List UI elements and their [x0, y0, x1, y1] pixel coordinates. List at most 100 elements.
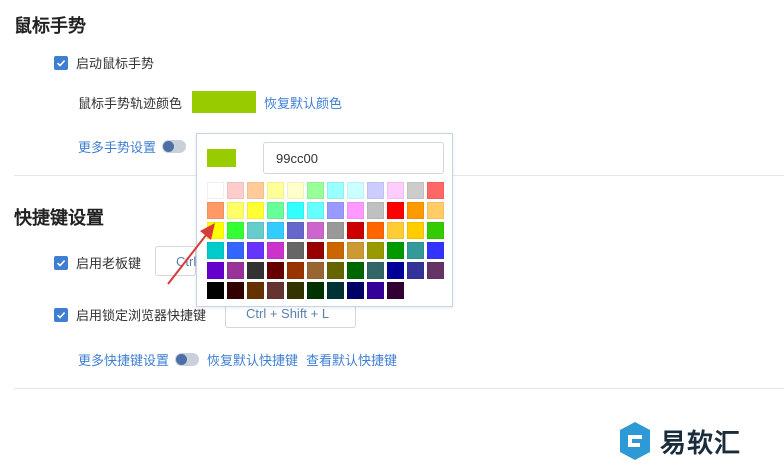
watermark-logo: 易软汇 — [618, 421, 741, 461]
color-swatch[interactable] — [407, 262, 424, 279]
color-swatch[interactable] — [287, 242, 304, 259]
color-swatch[interactable] — [307, 282, 324, 299]
more-shortcut-toggle[interactable] — [175, 353, 200, 366]
color-swatch[interactable] — [287, 182, 304, 199]
current-color-preview — [207, 149, 236, 167]
color-picker-popup: 99cc00 — [196, 133, 453, 307]
color-swatch[interactable] — [427, 222, 444, 239]
restore-default-color-link[interactable]: 恢复默认颜色 — [264, 93, 342, 112]
restore-default-shortcuts-link[interactable]: 恢复默认快捷键 — [207, 350, 298, 369]
more-gesture-toggle[interactable] — [162, 140, 187, 153]
color-swatch[interactable] — [307, 202, 324, 219]
logo-shield-icon — [620, 422, 650, 460]
color-swatch[interactable] — [347, 242, 364, 259]
color-swatch[interactable] — [307, 242, 324, 259]
toggle-knob — [176, 354, 188, 365]
enable-lock-browser-checkbox[interactable]: 启用锁定浏览器快捷键 — [54, 305, 206, 324]
color-swatch[interactable] — [307, 182, 324, 199]
color-swatch[interactable] — [227, 282, 244, 299]
color-swatch[interactable] — [387, 222, 404, 239]
color-swatch[interactable] — [367, 282, 384, 299]
color-swatch[interactable] — [347, 202, 364, 219]
enable-lock-browser-label: 启用锁定浏览器快捷键 — [76, 308, 207, 323]
section-divider — [453, 175, 784, 176]
color-swatch[interactable] — [327, 202, 344, 219]
shortcut-settings-title: 快捷键设置 — [14, 208, 104, 228]
color-swatch[interactable] — [327, 282, 344, 299]
color-swatch[interactable] — [247, 242, 264, 259]
color-swatch[interactable] — [347, 222, 364, 239]
more-shortcut-settings-link[interactable]: 更多快捷键设置 — [78, 350, 169, 369]
checkbox-checked-icon[interactable] — [54, 255, 68, 270]
section-divider — [14, 175, 196, 176]
color-swatch[interactable] — [367, 242, 384, 259]
color-swatch[interactable] — [267, 242, 284, 259]
color-swatch[interactable] — [367, 222, 384, 239]
color-swatch[interactable] — [427, 242, 444, 259]
color-swatch[interactable] — [387, 262, 404, 279]
color-swatch[interactable] — [287, 202, 304, 219]
enable-mouse-gesture-checkbox[interactable]: 启动鼠标手势 — [54, 53, 154, 72]
checkbox-checked-icon[interactable] — [54, 307, 68, 322]
color-swatch[interactable] — [227, 262, 244, 279]
trail-color-label: 鼠标手势轨迹颜色 — [78, 95, 183, 111]
color-swatch[interactable] — [327, 242, 344, 259]
color-swatch[interactable] — [367, 182, 384, 199]
mouse-gesture-title: 鼠标手势 — [14, 16, 86, 36]
color-swatch[interactable] — [327, 222, 344, 239]
color-swatch[interactable] — [267, 262, 284, 279]
color-swatch[interactable] — [427, 262, 444, 279]
color-swatch[interactable] — [347, 282, 364, 299]
color-swatch[interactable] — [227, 242, 244, 259]
trail-color-row: 鼠标手势轨迹颜色 恢复默认颜色 — [78, 91, 342, 113]
color-swatch[interactable] — [347, 262, 364, 279]
color-swatch[interactable] — [307, 262, 324, 279]
color-swatch[interactable] — [347, 182, 364, 199]
color-swatch[interactable] — [427, 202, 444, 219]
color-swatch[interactable] — [247, 222, 264, 239]
color-swatch[interactable] — [247, 282, 264, 299]
color-swatch[interactable] — [227, 182, 244, 199]
color-swatch[interactable] — [367, 202, 384, 219]
color-swatch[interactable] — [287, 262, 304, 279]
color-swatch[interactable] — [407, 222, 424, 239]
color-swatch[interactable] — [387, 202, 404, 219]
color-swatch[interactable] — [387, 182, 404, 199]
color-swatch[interactable] — [227, 202, 244, 219]
color-swatch[interactable] — [207, 202, 224, 219]
color-swatch[interactable] — [407, 202, 424, 219]
color-swatch[interactable] — [247, 182, 264, 199]
color-swatch[interactable] — [247, 262, 264, 279]
annotation-arrow-icon — [167, 223, 215, 285]
hex-color-input[interactable]: 99cc00 — [263, 142, 444, 174]
enable-mouse-gesture-label: 启动鼠标手势 — [76, 56, 155, 71]
color-swatch[interactable] — [387, 282, 404, 299]
color-swatch[interactable] — [307, 222, 324, 239]
color-swatch[interactable] — [327, 262, 344, 279]
color-swatch[interactable] — [327, 182, 344, 199]
checkbox-checked-icon[interactable] — [54, 55, 68, 70]
color-swatch[interactable] — [427, 182, 444, 199]
color-swatch[interactable] — [407, 182, 424, 199]
trail-color-swatch[interactable] — [192, 91, 257, 113]
more-gesture-settings-row: 更多手势设置 — [78, 137, 187, 156]
color-swatch[interactable] — [287, 282, 304, 299]
color-swatch[interactable] — [267, 282, 284, 299]
enable-boss-key-checkbox[interactable]: 启用老板键 — [54, 253, 141, 272]
section-divider — [14, 388, 784, 389]
view-default-shortcuts-link[interactable]: 查看默认快捷键 — [306, 350, 397, 369]
color-swatch[interactable] — [207, 182, 224, 199]
color-swatch[interactable] — [227, 222, 244, 239]
color-swatch[interactable] — [287, 222, 304, 239]
watermark-text: 易软汇 — [660, 427, 742, 458]
more-gesture-settings-link[interactable]: 更多手势设置 — [78, 137, 156, 156]
enable-boss-key-label: 启用老板键 — [76, 256, 142, 271]
color-swatch[interactable] — [407, 242, 424, 259]
color-swatch[interactable] — [367, 262, 384, 279]
color-swatch[interactable] — [247, 202, 264, 219]
shortcut-links-row: 更多快捷键设置 恢复默认快捷键 查看默认快捷键 — [78, 350, 397, 369]
color-swatch[interactable] — [267, 202, 284, 219]
color-swatch[interactable] — [267, 222, 284, 239]
color-swatch[interactable] — [267, 182, 284, 199]
color-swatch[interactable] — [387, 242, 404, 259]
